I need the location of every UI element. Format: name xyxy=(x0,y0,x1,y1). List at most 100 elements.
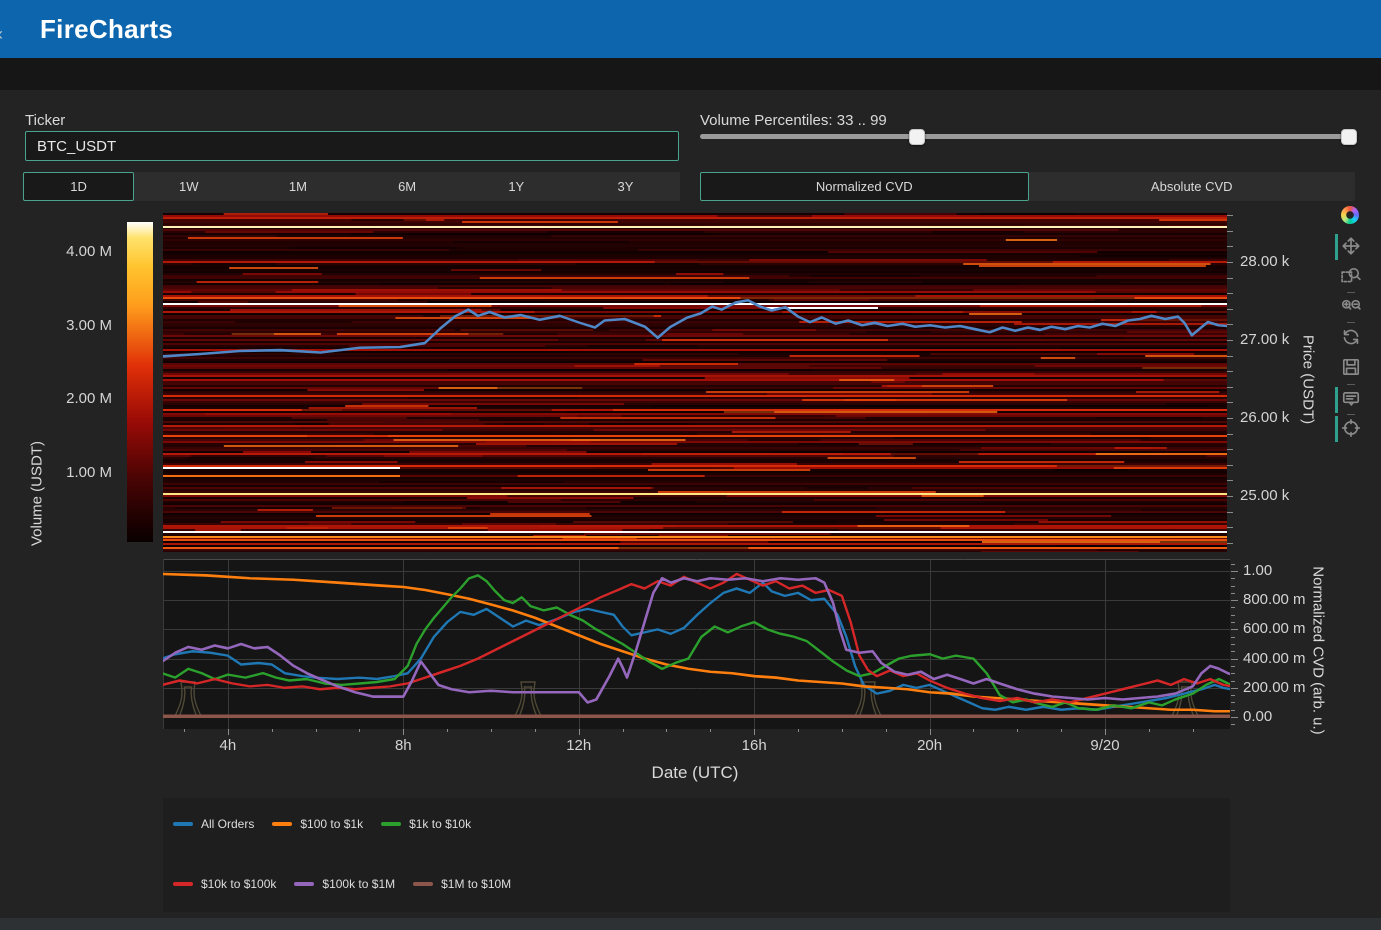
reset-axes-icon[interactable] xyxy=(1341,327,1361,347)
date-tick-label: 20h xyxy=(900,737,960,754)
date-axis-tick xyxy=(316,729,317,732)
legend-row: $10k to $100k $100k to $1M $1M to $10M xyxy=(173,876,529,892)
cvd-axis-tick xyxy=(1231,673,1235,674)
cvd-axis-tick xyxy=(1231,622,1235,623)
modebar-separator xyxy=(1347,384,1355,385)
timeframe-button-6m[interactable]: 6M xyxy=(353,172,462,201)
fire-heatmap-canvas[interactable] xyxy=(163,213,1227,552)
price-axis-tick xyxy=(1227,278,1233,279)
price-axis-tick xyxy=(1227,449,1233,450)
date-tick-label: 9/20 xyxy=(1075,737,1135,754)
date-axis-tick xyxy=(666,729,667,732)
header-shadow-strip xyxy=(0,58,1381,90)
ticker-label: Ticker xyxy=(25,112,65,129)
cvd-axis-tick xyxy=(1231,659,1238,660)
timeframe-button-3y[interactable]: 3Y xyxy=(571,172,680,201)
plotly-logo-icon[interactable] xyxy=(1341,206,1359,224)
price-axis-tick xyxy=(1227,371,1233,372)
price-tick-label: 27.00 k xyxy=(1240,331,1289,348)
cvd-tick-label: 800.00 m xyxy=(1243,591,1306,608)
price-axis-tick xyxy=(1227,324,1233,325)
price-tick-label: 28.00 k xyxy=(1240,253,1289,270)
legend-item-label: $1M to $10M xyxy=(441,877,511,891)
legend-item--100k-to-1m[interactable]: $100k to $1M xyxy=(294,877,395,891)
date-axis-tick xyxy=(710,729,711,732)
price-axis-tick xyxy=(1227,480,1233,481)
cvd-tick-label: 1.00 xyxy=(1243,562,1272,579)
cvd-tick-label: 600.00 m xyxy=(1243,620,1306,637)
price-axis-tick xyxy=(1227,309,1233,310)
legend-item--100-to-1k[interactable]: $100 to $1k xyxy=(272,817,363,831)
cvd-axis-tick xyxy=(1231,571,1238,572)
timeframe-button-1w[interactable]: 1W xyxy=(134,172,243,201)
box-zoom-icon[interactable] xyxy=(1341,266,1361,286)
date-axis-tick xyxy=(535,729,536,732)
cvd-axis-tick xyxy=(1231,600,1238,601)
date-axis-tick xyxy=(491,729,492,732)
legend-item-label: $100k to $1M xyxy=(322,877,395,891)
volume-colorbar xyxy=(127,222,153,542)
cvd-mode-button-absolute-cvd[interactable]: Absolute CVD xyxy=(1029,172,1356,201)
date-axis-tick xyxy=(403,729,404,735)
cvd-axis-tick xyxy=(1231,586,1235,587)
legend-swatch xyxy=(173,822,193,826)
legend-swatch xyxy=(413,882,433,886)
cvd-axis-title: Normalized CVD (arb. u.) xyxy=(1310,501,1327,801)
price-axis-tick xyxy=(1227,434,1233,435)
price-axis-tick xyxy=(1227,387,1233,388)
cvd-axis-tick xyxy=(1231,615,1235,616)
price-axis-tick xyxy=(1227,215,1233,216)
cvd-axis-tick xyxy=(1231,724,1235,725)
date-axis-tick xyxy=(1061,729,1062,732)
collapse-chevron-icon[interactable]: ‹ xyxy=(0,24,3,45)
cvd-axis-tick xyxy=(1231,564,1235,565)
legend-swatch xyxy=(272,822,292,826)
legend-item--10k-to-100k[interactable]: $10k to $100k xyxy=(173,877,276,891)
save-icon[interactable] xyxy=(1341,357,1361,377)
legend-item-label: $100 to $1k xyxy=(300,817,363,831)
cvd-tick-label: 0.00 xyxy=(1243,708,1272,725)
tooltip-icon[interactable] xyxy=(1341,389,1361,409)
slider-handle-low[interactable] xyxy=(909,129,925,145)
legend-item--1m-to-10m[interactable]: $1M to $10M xyxy=(413,877,511,891)
date-axis-tick xyxy=(930,729,931,735)
volume-percentiles-slider[interactable] xyxy=(700,134,1355,139)
date-axis-tick xyxy=(579,729,580,735)
spikelines-icon[interactable] xyxy=(1341,418,1361,438)
legend-row: All Orders $100 to $1k $1k to $10k xyxy=(173,816,489,832)
modebar-active-indicator xyxy=(1335,416,1338,442)
modebar-separator xyxy=(1347,414,1355,415)
date-axis-tick xyxy=(184,729,185,732)
app-header: ‹ FireCharts xyxy=(0,0,1381,58)
date-tick-label: 8h xyxy=(373,737,433,754)
date-axis-tick xyxy=(1149,729,1150,732)
slider-handle-high[interactable] xyxy=(1341,129,1357,145)
cvd-axis-tick xyxy=(1231,717,1238,718)
legend-item-label: $10k to $100k xyxy=(201,877,276,891)
legend-swatch xyxy=(173,882,193,886)
date-axis-tick xyxy=(447,729,448,732)
zoom-in-out-icon[interactable] xyxy=(1341,296,1361,316)
date-axis-tick xyxy=(754,729,755,735)
modebar-separator xyxy=(1347,292,1355,293)
cvd-mode-button-normalized-cvd[interactable]: Normalized CVD xyxy=(700,172,1029,201)
volume-percentiles-label: Volume Percentiles: 33 .. 99 xyxy=(700,112,887,129)
price-axis-tick xyxy=(1227,402,1233,403)
price-axis-tick xyxy=(1227,512,1233,513)
volume-axis-title: Volume (USDT) xyxy=(29,344,46,644)
cvd-tick-label: 200.00 m xyxy=(1243,679,1306,696)
date-axis-tick xyxy=(623,729,624,732)
timeframe-button-1d[interactable]: 1D xyxy=(23,172,134,201)
date-axis-tick xyxy=(973,729,974,732)
pan-icon[interactable] xyxy=(1341,236,1361,256)
timeframe-button-1m[interactable]: 1M xyxy=(243,172,352,201)
legend-item-all-orders[interactable]: All Orders xyxy=(173,817,254,831)
cvd-tick-label: 400.00 m xyxy=(1243,650,1306,667)
price-axis-title: Price (USDT) xyxy=(1300,230,1317,530)
legend-item--1k-to-10k[interactable]: $1k to $10k xyxy=(381,817,471,831)
price-tick-label: 26.00 k xyxy=(1240,409,1289,426)
cvd-chart-canvas[interactable] xyxy=(163,559,1230,729)
ticker-input[interactable] xyxy=(25,131,679,161)
timeframe-button-1y[interactable]: 1Y xyxy=(462,172,571,201)
date-axis-tick xyxy=(798,729,799,732)
